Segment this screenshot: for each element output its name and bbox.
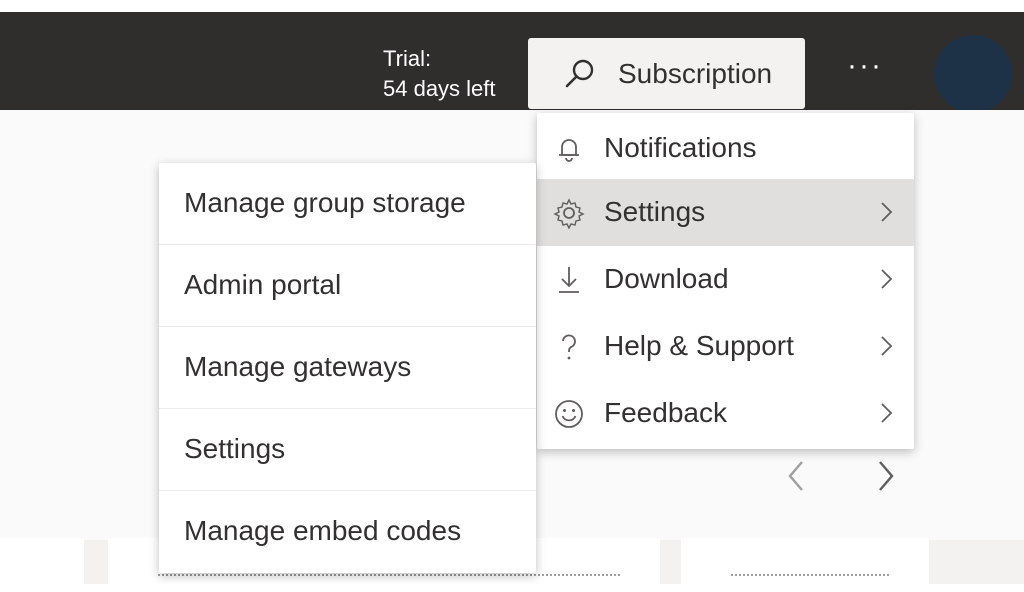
gear-icon (553, 198, 585, 229)
smiley-icon (555, 400, 583, 428)
subscription-button[interactable]: Subscription (528, 38, 805, 109)
submenu-item-manage-gateways[interactable]: Manage gateways (159, 327, 536, 409)
menu-item-label: Notifications (604, 132, 757, 163)
submenu-item-label: Manage gateways (184, 351, 412, 382)
submenu-item-settings[interactable]: Settings (159, 409, 536, 491)
trial-days-left: 54 days left (383, 76, 496, 101)
trial-status: Trial: 54 days left (383, 44, 496, 104)
download-icon (559, 267, 579, 293)
app-header: Trial: 54 days left Subscription ··· (0, 12, 1024, 113)
trial-label: Trial: (383, 46, 432, 71)
menu-item-label: Settings (604, 196, 706, 227)
chevron-right-icon (881, 202, 893, 222)
settings-dropdown-menu: Notifications Settings Download Help & S… (537, 113, 914, 449)
bottom-strip (0, 584, 1024, 592)
submenu-item-label: Admin portal (184, 269, 342, 300)
chevron-left-icon (788, 461, 803, 491)
submenu-item-label: Settings (184, 433, 286, 464)
carousel-next-button[interactable] (870, 456, 900, 496)
search-icon (565, 59, 594, 88)
avatar[interactable] (934, 35, 1012, 113)
top-strip (0, 0, 1024, 12)
menu-item-label: Download (604, 263, 729, 294)
question-icon (562, 334, 576, 360)
submenu-item-manage-group-storage[interactable]: Manage group storage (159, 163, 536, 245)
bell-icon (559, 139, 579, 162)
chevron-right-icon (881, 336, 893, 356)
menu-item-label: Help & Support (604, 330, 794, 361)
chevron-right-icon (879, 461, 894, 491)
more-options-button[interactable]: ··· (840, 51, 890, 92)
submenu-item-label: Manage group storage (184, 187, 466, 218)
menu-item-help-support[interactable]: Help & Support (537, 313, 914, 380)
menu-item-download[interactable]: Download (537, 246, 914, 313)
submenu-item-label: Manage embed codes (184, 515, 462, 546)
submenu-item-admin-portal[interactable]: Admin portal (159, 245, 536, 327)
menu-item-notifications[interactable]: Notifications (537, 115, 914, 182)
menu-item-settings[interactable]: Settings (537, 179, 914, 246)
menu-item-label: Feedback (604, 397, 727, 428)
subscription-label: Subscription (618, 58, 773, 89)
chevron-right-icon (881, 403, 893, 423)
submenu-item-manage-embed-codes[interactable]: Manage embed codes (159, 491, 536, 573)
settings-submenu: Manage group storage Admin portal Manage… (159, 163, 536, 573)
menu-item-feedback[interactable]: Feedback (537, 380, 914, 447)
chevron-right-icon (881, 269, 893, 289)
carousel-prev-button[interactable] (782, 456, 812, 496)
